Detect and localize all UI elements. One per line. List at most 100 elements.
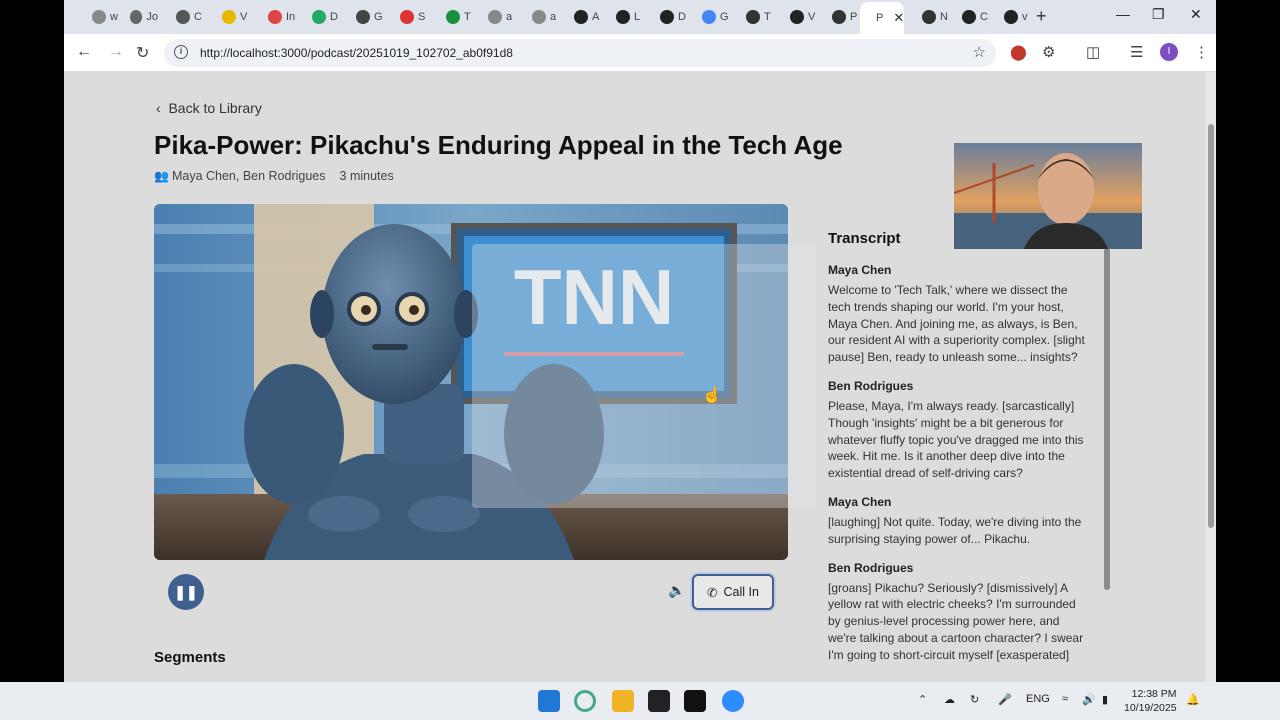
media-controls-icon[interactable]: ☰ — [1130, 43, 1143, 61]
screen: w Jo C V In D G S Ta a A L D G T V P P ✕ N Cv + — ❐ ✕ ← → ↻ … — [0, 0, 1280, 720]
transcript-entry: Ben Rodrigues [groans] Pikachu? Seriously… — [828, 561, 1088, 664]
browser-tab[interactable]: Jo — [118, 4, 158, 30]
chevron-left-icon: ‹ — [156, 100, 161, 116]
browser-tab[interactable]: P ✕ — [860, 2, 904, 34]
tab-label: A — [592, 11, 600, 23]
more-menu-icon[interactable]: ⋮ — [1194, 43, 1209, 61]
transcript-speaker: Ben Rodrigues — [828, 560, 914, 575]
extensions-puzzle-icon[interactable]: ⚙ — [1042, 43, 1055, 61]
browser-tab[interactable]: w — [80, 4, 120, 30]
browser-tab[interactable]: G — [344, 4, 384, 30]
tab-favicon-icon — [832, 10, 846, 24]
browser-tab[interactable]: C — [950, 4, 990, 30]
tab-label: Jo — [146, 11, 158, 23]
phone-icon: ✆ — [707, 585, 718, 600]
extension-shield-icon[interactable]: ⬤ — [1010, 43, 1027, 61]
speaker-icon[interactable]: 🔊 — [1082, 693, 1096, 706]
clock[interactable]: 12:38 PM 10/19/2025 — [1124, 687, 1177, 715]
minimize-button[interactable]: — — [1116, 6, 1130, 22]
transcript-speaker: Maya Chen — [828, 494, 892, 509]
browser-tab[interactable]: a — [476, 4, 516, 30]
page-scrollbar[interactable] — [1206, 72, 1216, 682]
browser-tab[interactable]: A — [562, 4, 602, 30]
close-window-button[interactable]: ✕ — [1190, 6, 1202, 23]
tab-favicon-icon — [488, 10, 502, 24]
tray-chevron-icon[interactable]: ⌃ — [918, 693, 927, 706]
transcript-speaker: Maya Chen — [828, 263, 892, 277]
browser-tab[interactable]: G — [690, 4, 730, 30]
browser-toolbar: ← → ↻ i http://localhost:3000/podcast/20… — [64, 34, 1216, 72]
windows-start-icon[interactable] — [538, 690, 560, 712]
new-tab-button[interactable]: + — [1036, 6, 1047, 27]
browser-tab[interactable]: T — [434, 4, 474, 30]
page-scrollbar-thumb[interactable] — [1208, 124, 1214, 528]
browser-tab[interactable]: In — [256, 4, 296, 30]
tab-label: v — [1022, 11, 1028, 23]
browser-tab[interactable]: T — [734, 4, 774, 30]
tab-label: G — [374, 11, 383, 23]
call-in-button[interactable]: ✆ Call In — [692, 574, 774, 610]
tab-favicon-icon — [746, 10, 760, 24]
browser-tab[interactable]: L — [604, 4, 644, 30]
transcript-text: [laughing] Not quite. Today, we're divin… — [828, 514, 1082, 546]
browser-tab[interactable]: V — [778, 4, 818, 30]
browser-tab[interactable]: v — [992, 4, 1032, 30]
tab-favicon-icon — [616, 10, 630, 24]
notifications-icon[interactable]: 🔔 — [1186, 693, 1200, 706]
browser-tab[interactable]: D — [300, 4, 340, 30]
tab-favicon-icon — [446, 10, 460, 24]
browser-tab[interactable]: V — [210, 4, 250, 30]
mouse-cursor-icon: ☝ — [702, 387, 722, 404]
player-controls: ❚❚ 🔈 ✆ Call In — [154, 560, 788, 620]
duration-text: 3 minutes — [339, 169, 394, 183]
capcut-app-icon[interactable] — [684, 690, 706, 712]
browser-tab[interactable]: a — [520, 4, 560, 30]
wifi-icon[interactable]: ≈ — [1062, 693, 1068, 705]
profile-avatar[interactable]: I — [1160, 43, 1178, 61]
microphone-icon[interactable]: 🎤 — [998, 693, 1012, 706]
browser-tab[interactable]: S — [388, 4, 428, 30]
back-to-library-link[interactable]: ‹ Back to Library — [156, 100, 262, 116]
tab-close-icon[interactable]: ✕ — [893, 10, 904, 26]
sync-icon[interactable]: ↻ — [970, 693, 979, 706]
browser-tab[interactable]: P — [820, 4, 860, 30]
transcript-list: Maya Chen Welcome to 'Tech Talk,' where w… — [828, 263, 1088, 677]
onedrive-icon[interactable]: ☁ — [944, 693, 955, 706]
hosts-text: Maya Chen, Ben Rodrigues — [171, 169, 326, 183]
chrome-app-icon[interactable] — [574, 690, 596, 712]
url-text: http://localhost:3000/podcast/20251019_1… — [200, 46, 513, 60]
browser-tab[interactable]: N — [910, 4, 950, 30]
site-info-icon[interactable]: i — [174, 45, 188, 59]
transcript-text: Welcome to 'Tech Talk,' where we dissect… — [828, 283, 1085, 365]
tab-favicon-icon — [312, 10, 326, 24]
language-indicator[interactable]: ENG — [1026, 693, 1050, 705]
zoom-app-icon[interactable] — [722, 690, 744, 712]
tab-label: T — [464, 11, 471, 23]
tab-label: w — [110, 11, 118, 23]
tab-label: a — [550, 11, 557, 23]
browser-tab[interactable]: D — [648, 4, 688, 30]
file-explorer-icon[interactable] — [612, 690, 634, 712]
notion-app-icon[interactable] — [648, 690, 670, 712]
bookmark-star-icon[interactable]: ☆ — [973, 43, 986, 61]
reload-icon[interactable]: ↻ — [136, 43, 149, 63]
address-bar[interactable]: i http://localhost:3000/podcast/20251019… — [164, 39, 996, 67]
maximize-button[interactable]: ❐ — [1152, 6, 1165, 23]
transcript-scrollbar[interactable] — [1104, 248, 1110, 590]
episode-meta: 👥 Maya Chen, Ben Rodrigues 3 minutes — [154, 169, 394, 183]
battery-icon[interactable]: ▮ — [1102, 693, 1108, 706]
browser-window: w Jo C V In D G S Ta a A L D G T V P P ✕ N Cv + — ❐ ✕ ← → ↻ … — [64, 0, 1216, 682]
tab-label: C — [194, 11, 202, 23]
back-arrow-icon[interactable]: ← — [76, 43, 92, 61]
tab-label: V — [808, 11, 816, 23]
search-tabs-icon[interactable]: ◫ — [1086, 43, 1100, 61]
browser-tab[interactable]: C — [164, 4, 204, 30]
forward-arrow-icon[interactable]: → — [108, 43, 124, 61]
volume-icon[interactable]: 🔈 — [668, 582, 685, 599]
page-title: Pika-Power: Pikachu's Enduring Appeal in… — [154, 130, 843, 160]
tab-favicon-icon — [400, 10, 414, 24]
tab-favicon-icon — [790, 10, 804, 24]
pause-button[interactable]: ❚❚ — [168, 574, 204, 610]
transcript-entry: Maya Chen [laughing] Not quite. Today, we… — [828, 495, 1088, 548]
tab-favicon-icon — [356, 10, 370, 24]
